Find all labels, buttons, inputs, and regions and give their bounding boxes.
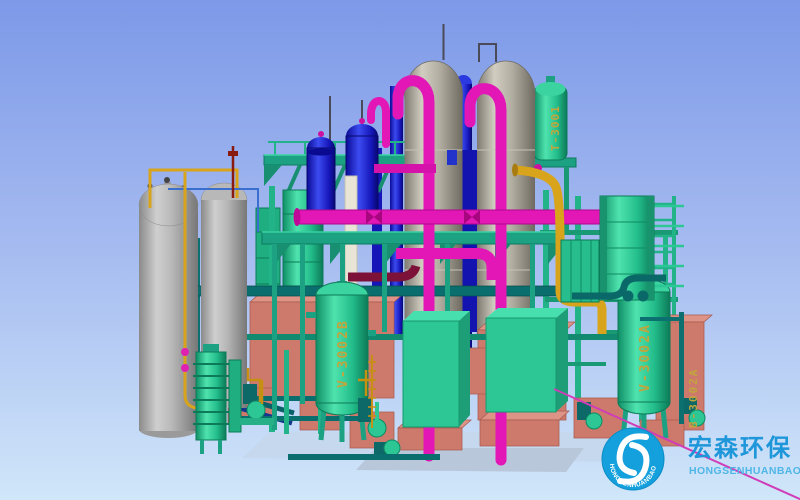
logo-name-en: HONGSENHUANBAO <box>689 465 800 477</box>
company-logo: HONGSENHUANBAO 宏森环保 HONGSENHUANBAO <box>602 428 800 490</box>
plant-3d-render: T-3001 <box>0 0 800 500</box>
green-tank-1 <box>403 311 470 427</box>
logo-name-cn: 宏森环保 <box>688 434 792 462</box>
plant-model-canvas: T-3001 <box>0 0 800 500</box>
label-v3002b: V-3002B <box>336 319 351 388</box>
label-v3002a: V-3002A <box>638 323 653 392</box>
green-tank-2 <box>486 308 568 412</box>
label-t3001: T-3001 <box>549 105 562 151</box>
label-b3002a: B-3002A <box>687 368 700 428</box>
vessel-v3002a: V-3002A <box>618 279 670 440</box>
